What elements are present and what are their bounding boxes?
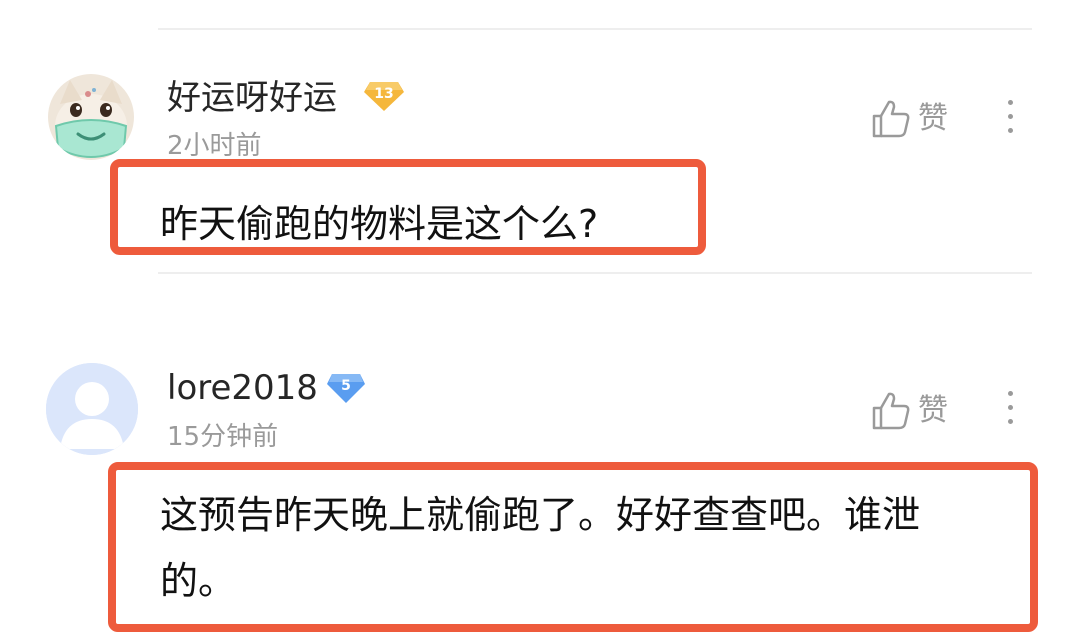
level-badge-icon: 5 (327, 372, 365, 408)
comment-time: 2小时前 (167, 131, 262, 161)
avatar[interactable] (46, 363, 138, 455)
username[interactable]: 好运呀好运 (167, 81, 337, 115)
comment-text: 这预告昨天晚上就偷跑了。好好查查吧。谁泄 (160, 493, 921, 537)
comment-time: 15分钟前 (167, 422, 279, 452)
avatar[interactable] (48, 74, 134, 160)
default-avatar-icon (46, 363, 138, 455)
comment-text: 的。 (160, 559, 237, 603)
like-label: 赞 (918, 101, 948, 136)
divider (158, 272, 1032, 274)
cat-avatar-icon (48, 74, 134, 160)
level-badge-icon: 13 (364, 80, 404, 116)
thumbs-up-icon (872, 392, 910, 430)
username[interactable]: lore2018 (167, 371, 318, 405)
level-number: 5 (341, 378, 351, 394)
more-vertical-icon[interactable] (1003, 100, 1017, 133)
like-label: 赞 (918, 393, 948, 428)
comment-text: 昨天偷跑的物料是这个么? (160, 202, 599, 246)
like-button[interactable]: 赞 (870, 98, 948, 140)
like-button[interactable]: 赞 (870, 390, 948, 432)
thumbs-up-icon (872, 100, 910, 138)
more-vertical-icon[interactable] (1003, 391, 1017, 424)
level-number: 13 (374, 86, 394, 102)
divider (158, 28, 1032, 30)
